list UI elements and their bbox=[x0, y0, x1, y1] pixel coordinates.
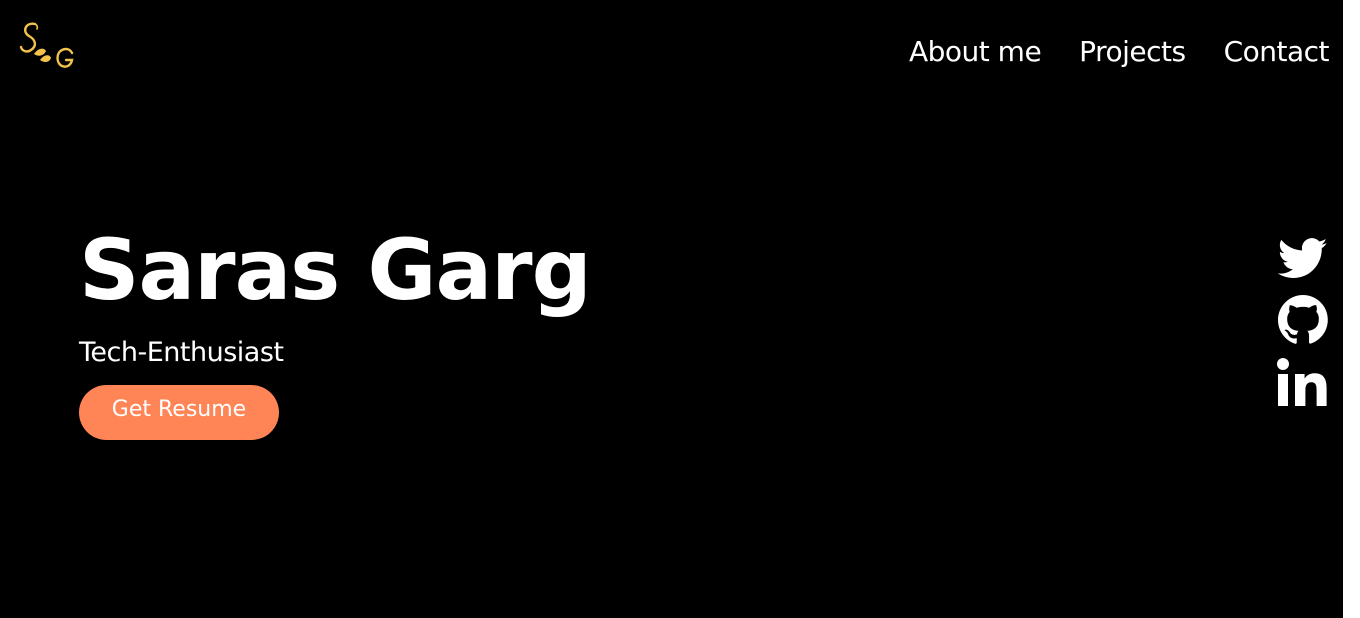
get-resume-button[interactable]: Get Resume bbox=[79, 385, 279, 440]
page: About me Projects Contact Saras Garg Tec… bbox=[0, 0, 1343, 618]
hero-name: Saras Garg bbox=[79, 221, 592, 319]
hero-tagline: Tech-Enthusiast bbox=[79, 337, 284, 368]
linkedin-icon bbox=[1277, 358, 1327, 406]
github-link[interactable] bbox=[1278, 294, 1328, 344]
nav-about-me[interactable]: About me bbox=[909, 34, 1042, 70]
social-links bbox=[1277, 238, 1329, 406]
logo[interactable] bbox=[18, 20, 78, 72]
twitter-icon bbox=[1277, 238, 1328, 278]
twitter-link[interactable] bbox=[1277, 238, 1328, 280]
top-nav: About me Projects Contact bbox=[909, 34, 1330, 70]
hero-section: Saras Garg Tech-Enthusiast Get Resume bbox=[79, 218, 592, 440]
nav-projects[interactable]: Projects bbox=[1079, 34, 1186, 70]
nav-contact[interactable]: Contact bbox=[1224, 34, 1330, 70]
github-icon bbox=[1278, 295, 1328, 344]
linkedin-link[interactable] bbox=[1277, 358, 1329, 406]
sg-logo-icon bbox=[19, 22, 74, 68]
